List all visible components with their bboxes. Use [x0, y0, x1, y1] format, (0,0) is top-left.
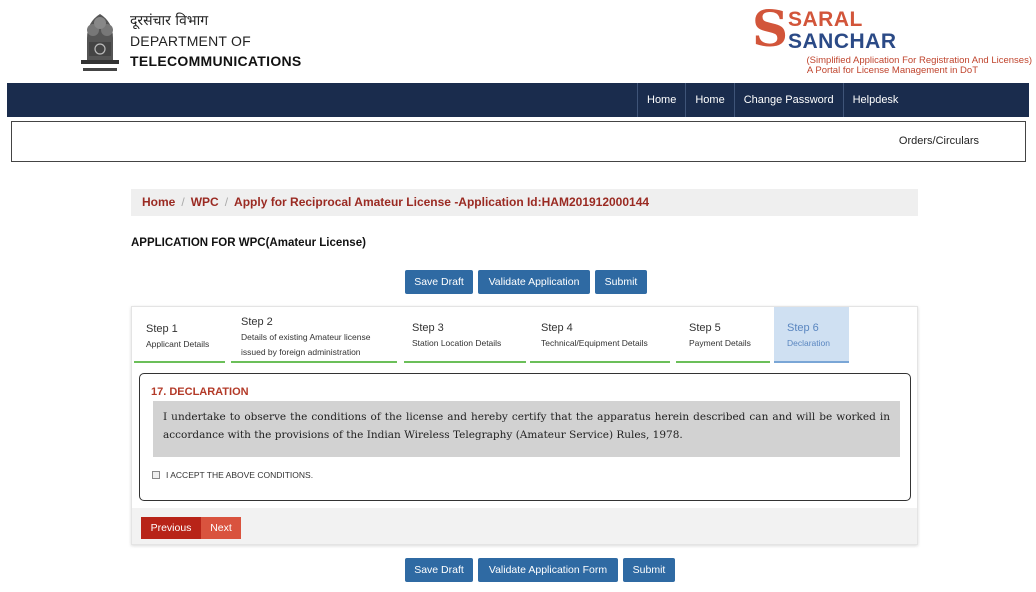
breadcrumb: Home / WPC / Apply for Reciprocal Amateur Li… [131, 189, 918, 216]
main-navbar: Home Home Change Password Helpdesk [7, 83, 1029, 117]
tab-step-2[interactable]: Step 2 Details of existing Amateur licen… [231, 307, 397, 363]
nav-home[interactable]: Home [637, 83, 685, 117]
bottom-submit-button[interactable]: Submit [623, 558, 675, 582]
submit-button[interactable]: Submit [595, 270, 647, 294]
step-description-line2: issued by foreign administration [241, 347, 361, 357]
previous-button[interactable]: Previous [141, 517, 201, 539]
step-title: Step 4 [541, 322, 573, 334]
breadcrumb-home[interactable]: Home [142, 195, 175, 209]
department-hindi: दूरसंचार विभाग [130, 13, 209, 29]
brand-tagline2: A Portal for License Management in DoT [806, 65, 978, 76]
accept-conditions: I ACCEPT THE ABOVE CONDITIONS. [152, 470, 313, 480]
bottom-validate-application-button[interactable]: Validate Application Form [478, 558, 618, 582]
department-name: दूरसंचार विभाग DEPARTMENT OF TELECOMMUNI… [130, 11, 302, 71]
nav-helpdesk[interactable]: Helpdesk [842, 83, 913, 117]
step-description: Technical/Equipment Details [541, 338, 648, 348]
department-line1: DEPARTMENT OF [130, 33, 251, 49]
tab-step-1[interactable]: Step 1 Applicant Details [134, 307, 225, 363]
brand-word1: SARAL [788, 8, 863, 31]
step-description: Declaration [787, 338, 830, 348]
step-title: Step 2 [241, 316, 273, 328]
tab-step-5[interactable]: Step 5 Payment Details [676, 307, 770, 363]
accept-conditions-label[interactable]: I ACCEPT THE ABOVE CONDITIONS. [166, 470, 313, 480]
saral-sanchar-logo: S SARAL SANCHAR (Simplified Application … [752, 2, 1036, 80]
step-title: Step 3 [412, 322, 444, 334]
bottom-save-draft-button[interactable]: Save Draft [405, 558, 473, 582]
breadcrumb-current: Apply for Reciprocal Amateur License -Ap… [234, 195, 650, 209]
declaration-title: 17. DECLARATION [151, 386, 249, 398]
page-title: APPLICATION FOR WPC(Amateur License) [131, 237, 366, 249]
nav-change-password[interactable]: Change Password [733, 83, 843, 117]
orders-circulars-link[interactable]: Orders/Circulars [899, 135, 979, 147]
breadcrumb-separator: / [181, 195, 185, 209]
save-draft-button[interactable]: Save Draft [405, 270, 473, 294]
step-description: Details of existing Amateur license [241, 332, 371, 342]
step-description: Station Location Details [412, 338, 502, 348]
tab-step-3[interactable]: Step 3 Station Location Details [404, 307, 526, 363]
declaration-panel: 17. DECLARATION I undertake to observe t… [139, 373, 911, 501]
step-title: Step 1 [146, 323, 178, 335]
accept-conditions-checkbox[interactable] [152, 471, 160, 479]
step-description: Applicant Details [146, 339, 210, 349]
step-description: Payment Details [689, 338, 751, 348]
breadcrumb-separator: / [224, 195, 229, 209]
tab-step-6[interactable]: Step 6 Declaration [774, 307, 849, 363]
breadcrumb-wpc[interactable]: WPC [191, 195, 219, 209]
tab-step-4[interactable]: Step 4 Technical/Equipment Details [530, 307, 670, 363]
application-wizard: Step 1 Applicant Details Step 2 Details … [131, 306, 918, 545]
department-line2: TELECOMMUNICATIONS [130, 53, 302, 69]
step-title: Step 5 [689, 322, 721, 334]
validate-application-button[interactable]: Validate Application [478, 270, 590, 294]
sub-navbar: Orders/Circulars [11, 121, 1026, 162]
declaration-text: I undertake to observe the conditions of… [153, 401, 900, 457]
nav-home-2[interactable]: Home [685, 83, 733, 117]
national-emblem-icon [81, 14, 119, 71]
site-header: दूरसंचार विभाग DEPARTMENT OF TELECOMMUNI… [0, 0, 1036, 83]
saral-s-logo-icon: S [752, 0, 789, 58]
wizard-footer: Previous Next [132, 508, 917, 544]
next-button[interactable]: Next [201, 517, 241, 539]
step-title: Step 6 [787, 322, 819, 334]
brand-word2: SANCHAR [788, 30, 897, 53]
